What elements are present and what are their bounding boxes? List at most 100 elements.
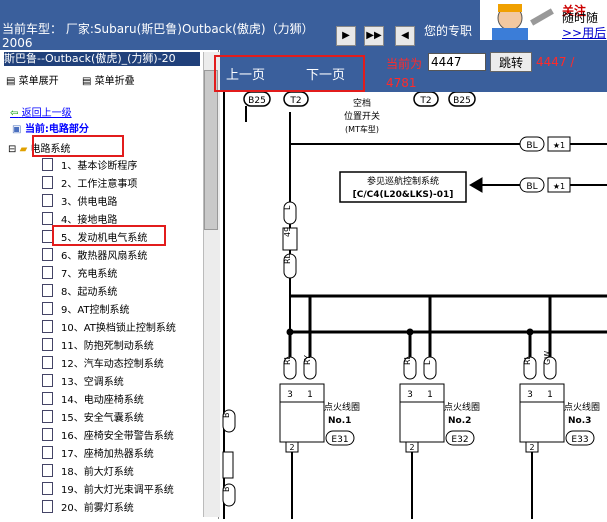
tree-item[interactable]: 18、前大灯系统: [42, 463, 134, 478]
document-icon: [42, 410, 53, 423]
document-icon: [42, 482, 53, 495]
label-e31: E31: [331, 435, 348, 445]
document-icon: [42, 446, 53, 459]
label-switch2: 位置开关: [344, 110, 380, 122]
tree-item-label: 1、基本诊断程序: [61, 161, 138, 172]
tree-item[interactable]: 1、基本诊断程序: [42, 157, 137, 172]
page-total-b: 4781: [386, 76, 417, 90]
current-section: ▣ 当前:电路部分: [12, 120, 89, 135]
document-icon: [42, 428, 53, 441]
page-number-input[interactable]: [428, 53, 486, 71]
label-rl-c3: RL: [523, 354, 532, 365]
document-icon: [42, 374, 53, 387]
menu-expand-button[interactable]: ▤ 菜单展开: [6, 72, 59, 87]
your-specialist-label: 您的专职: [424, 24, 473, 38]
tree-item[interactable]: 13、空调系统: [42, 373, 124, 388]
tree-item-label: 10、AT换档锁止控制系统: [61, 323, 176, 334]
ad-link[interactable]: >>用后: [562, 24, 606, 41]
tree-item[interactable]: 6、散热器风扇系统: [42, 247, 147, 262]
document-icon: [42, 464, 53, 477]
label-coil2: 点火线圈: [444, 401, 480, 413]
tree-item[interactable]: 7、充电系统: [42, 265, 117, 280]
label-no3: No.3: [568, 416, 591, 426]
tree-item[interactable]: 19、前大灯光束调平系统: [42, 481, 174, 496]
menu-expand-label: 菜单展开: [18, 76, 59, 87]
menu-collapse-label: 菜单折叠: [94, 76, 135, 87]
nav-back-icon[interactable]: ◀: [395, 26, 415, 46]
label-l-c2: L: [423, 360, 432, 365]
tree-item-label: 19、前大灯光束调平系统: [61, 485, 174, 496]
highlight-box-item5: [52, 225, 166, 246]
label-see-code: [C/C4(L20&LKS)-01]: [353, 190, 454, 200]
menu-collapse-button[interactable]: ▤ 菜单折叠: [82, 72, 135, 87]
tree-item[interactable]: 8、起动系统: [42, 283, 117, 298]
tree-item[interactable]: 3、供电电路: [42, 193, 117, 208]
label-t2b: T2: [419, 96, 431, 106]
jump-button[interactable]: 跳转: [490, 52, 532, 72]
tree-item-label: 15、安全气囊系统: [61, 413, 144, 424]
current-page-label: 当前为: [386, 57, 423, 71]
label-rl-c1: RL: [283, 354, 292, 365]
next-page-button[interactable]: 下一页: [306, 64, 345, 83]
collapse-icon: ▤: [82, 76, 92, 87]
prev-page-button[interactable]: 上一页: [226, 64, 265, 83]
label-e32: E32: [451, 435, 468, 445]
folder-icon: ▰: [19, 144, 28, 155]
tree-item[interactable]: 16、座椅安全带警告系统: [42, 427, 174, 442]
label-b25: B25: [248, 96, 266, 106]
document-icon: [42, 500, 53, 513]
document-icon: [42, 320, 53, 333]
pin-3-c1: 3: [287, 390, 293, 400]
left-panel-title: 斯巴鲁--Outback(傲虎)_(力狮)-20: [4, 52, 200, 66]
label-coil3: 点火线圈: [564, 401, 600, 413]
tree-item[interactable]: 9、AT控制系统: [42, 301, 130, 316]
tree-item[interactable]: 12、汽车动态控制系统: [42, 355, 164, 370]
label-no1: No.1: [328, 416, 351, 426]
tree-item-label: 7、充电系统: [61, 269, 118, 280]
tree-item[interactable]: 15、安全气囊系统: [42, 409, 144, 424]
pin-1-c2: 1: [427, 390, 433, 400]
label-b25b: B25: [453, 96, 471, 106]
label-coil1: 点火线圈: [324, 401, 360, 413]
nav-fast-forward-icon[interactable]: ▶▶: [364, 26, 384, 46]
tree-item-label: 16、座椅安全带警告系统: [61, 431, 174, 442]
mechanic-icon: [492, 4, 554, 40]
label-gw-c3: GW: [543, 351, 552, 365]
scrollbar-thumb[interactable]: [204, 70, 218, 230]
tree-item-label: 8、起动系统: [61, 287, 118, 298]
tree-toggle-icon[interactable]: ⊟: [8, 144, 16, 155]
tree-item-label: 12、汽车动态控制系统: [61, 359, 164, 370]
label-l: L: [283, 205, 292, 210]
label-star1: ★1: [553, 141, 565, 150]
tree-item-label: 13、空调系统: [61, 377, 124, 388]
pin-1-c3: 1: [547, 390, 553, 400]
tree-item[interactable]: 2、工作注意事项: [42, 175, 137, 190]
label-bl2: BL: [526, 182, 537, 192]
label-switch: 空档: [353, 97, 371, 109]
tree-item[interactable]: 10、AT换档锁止控制系统: [42, 319, 176, 334]
database-icon: ▣: [12, 124, 22, 135]
pin-2-c2: 2: [409, 443, 414, 452]
wiring-diagram-svg: B25 T2 T2 B25 空档 位置开关 (MT车型) BL ★1 BL ★1…: [222, 91, 607, 519]
tree-item-label: 14、电动座椅系统: [61, 395, 144, 406]
tree-item[interactable]: 20、前雾灯系统: [42, 499, 134, 514]
label-see-cruise: 参见巡航控制系统: [367, 175, 439, 187]
current-car-model: 当前车型： 厂家:Subaru(斯巴鲁)Outback(傲虎)（力狮）2006: [2, 22, 314, 50]
label-b-left2: B: [222, 487, 231, 493]
page-total-a: 4447 /: [536, 55, 575, 69]
pin-3-c3: 3: [527, 390, 533, 400]
document-icon: [42, 392, 53, 405]
tree-item[interactable]: 14、电动座椅系统: [42, 391, 144, 406]
nav-forward-icon[interactable]: ▶: [336, 26, 356, 46]
current-section-label: 当前:电路部分: [24, 124, 89, 135]
label-ry-c1: RY: [303, 355, 312, 365]
back-link[interactable]: ⇦ 返回上一级: [10, 104, 72, 119]
pin-1-c1: 1: [307, 390, 313, 400]
document-icon: [42, 248, 53, 261]
tree-item[interactable]: 17、座椅加热器系统: [42, 445, 154, 460]
tree-item[interactable]: 4、接地电路: [42, 211, 117, 226]
label-rl: RL: [283, 253, 292, 264]
pin-3-c2: 3: [407, 390, 413, 400]
label-49: 49: [283, 227, 292, 237]
tree-item[interactable]: 11、防抱死制动系统: [42, 337, 154, 352]
